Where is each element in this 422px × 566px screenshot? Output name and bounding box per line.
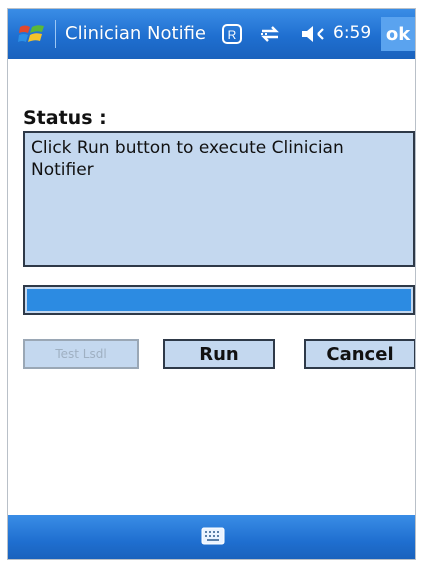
connectivity-icon[interactable] bbox=[258, 23, 282, 45]
roaming-icon[interactable]: R bbox=[221, 23, 243, 45]
keyboard-icon[interactable] bbox=[201, 527, 225, 545]
window-title: Clinician Notifie bbox=[65, 23, 206, 44]
bottom-menu-bar bbox=[8, 515, 415, 559]
test-button[interactable]: Test Lsdl bbox=[23, 339, 139, 369]
svg-text:R: R bbox=[228, 28, 237, 42]
title-bar: Clinician Notifie R 6:59 ok bbox=[8, 9, 415, 59]
run-button[interactable]: Run bbox=[163, 339, 275, 369]
cancel-button[interactable]: Cancel bbox=[304, 339, 415, 369]
progress-bar bbox=[23, 285, 415, 315]
speaker-icon[interactable] bbox=[300, 23, 328, 45]
status-textbox[interactable]: Click Run button to execute Clinician No… bbox=[23, 131, 415, 267]
progress-fill bbox=[27, 289, 411, 311]
windows-start-icon[interactable] bbox=[18, 21, 46, 47]
ok-button[interactable]: ok bbox=[381, 17, 415, 51]
status-label: Status : bbox=[23, 107, 107, 129]
device-screen: Clinician Notifie R 6:59 ok Status : Cli… bbox=[7, 8, 416, 560]
title-separator bbox=[55, 20, 56, 48]
clock[interactable]: 6:59 bbox=[333, 23, 371, 43]
